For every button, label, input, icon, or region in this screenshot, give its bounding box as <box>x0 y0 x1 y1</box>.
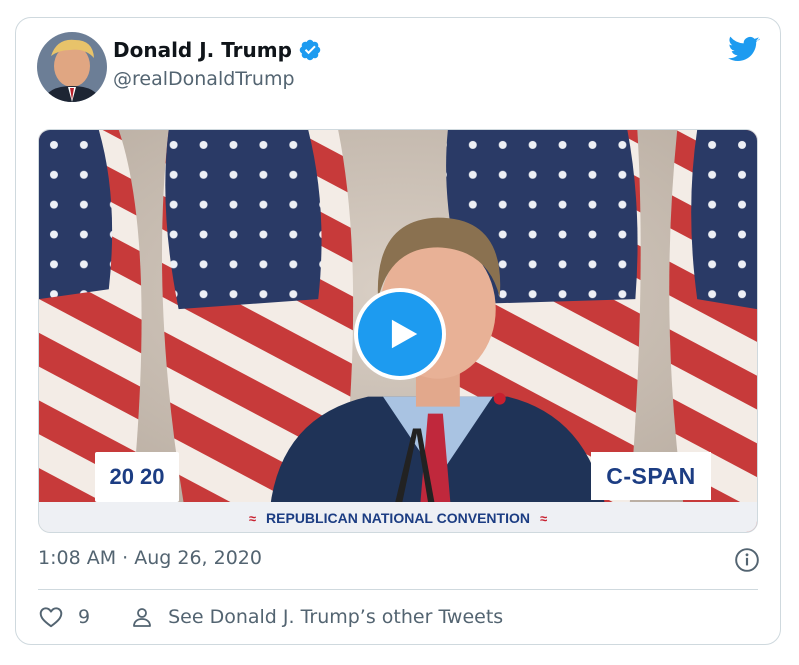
see-other-tweets-label[interactable]: See Donald J. Trump’s other Tweets <box>168 606 503 628</box>
divider <box>38 589 758 590</box>
avatar[interactable] <box>37 32 107 102</box>
like-count: 9 <box>78 606 91 628</box>
lower-third-banner: ≈ REPUBLICAN NATIONAL CONVENTION ≈ <box>39 502 757 532</box>
tweet-timestamp[interactable]: 1:08 AM · Aug 26, 2020 <box>38 547 262 569</box>
tweet-card[interactable]: Donald J. Trump @realDonaldTrump 20 20 C… <box>15 17 781 645</box>
author-display-name[interactable]: Donald J. Trump <box>113 38 292 62</box>
convention-logo-badge: 20 20 <box>95 452 179 502</box>
heart-icon[interactable] <box>38 604 64 630</box>
play-button[interactable] <box>354 288 446 380</box>
person-icon <box>133 608 151 627</box>
author-name-row[interactable]: Donald J. Trump <box>113 38 322 62</box>
cspan-logo-badge: C-SPAN <box>591 452 711 500</box>
play-icon <box>391 319 418 349</box>
info-icon[interactable] <box>734 547 760 573</box>
flag-stripes-icon: ≈ <box>248 510 257 526</box>
flag-stripes-icon: ≈ <box>539 510 548 526</box>
lower-third-text: REPUBLICAN NATIONAL CONVENTION <box>266 510 530 526</box>
twitter-bird-icon[interactable] <box>728 36 760 64</box>
author-handle[interactable]: @realDonaldTrump <box>113 68 295 90</box>
see-other-tweets-link[interactable]: See Donald J. Trump’s other Tweets <box>130 605 503 629</box>
verified-badge-icon <box>299 39 321 61</box>
video-player[interactable]: 20 20 C-SPAN ≈ REPUBLICAN NATIONAL CONVE… <box>38 129 758 533</box>
tweet-actions: 9 See Donald J. Trump’s other Tweets <box>38 600 503 634</box>
